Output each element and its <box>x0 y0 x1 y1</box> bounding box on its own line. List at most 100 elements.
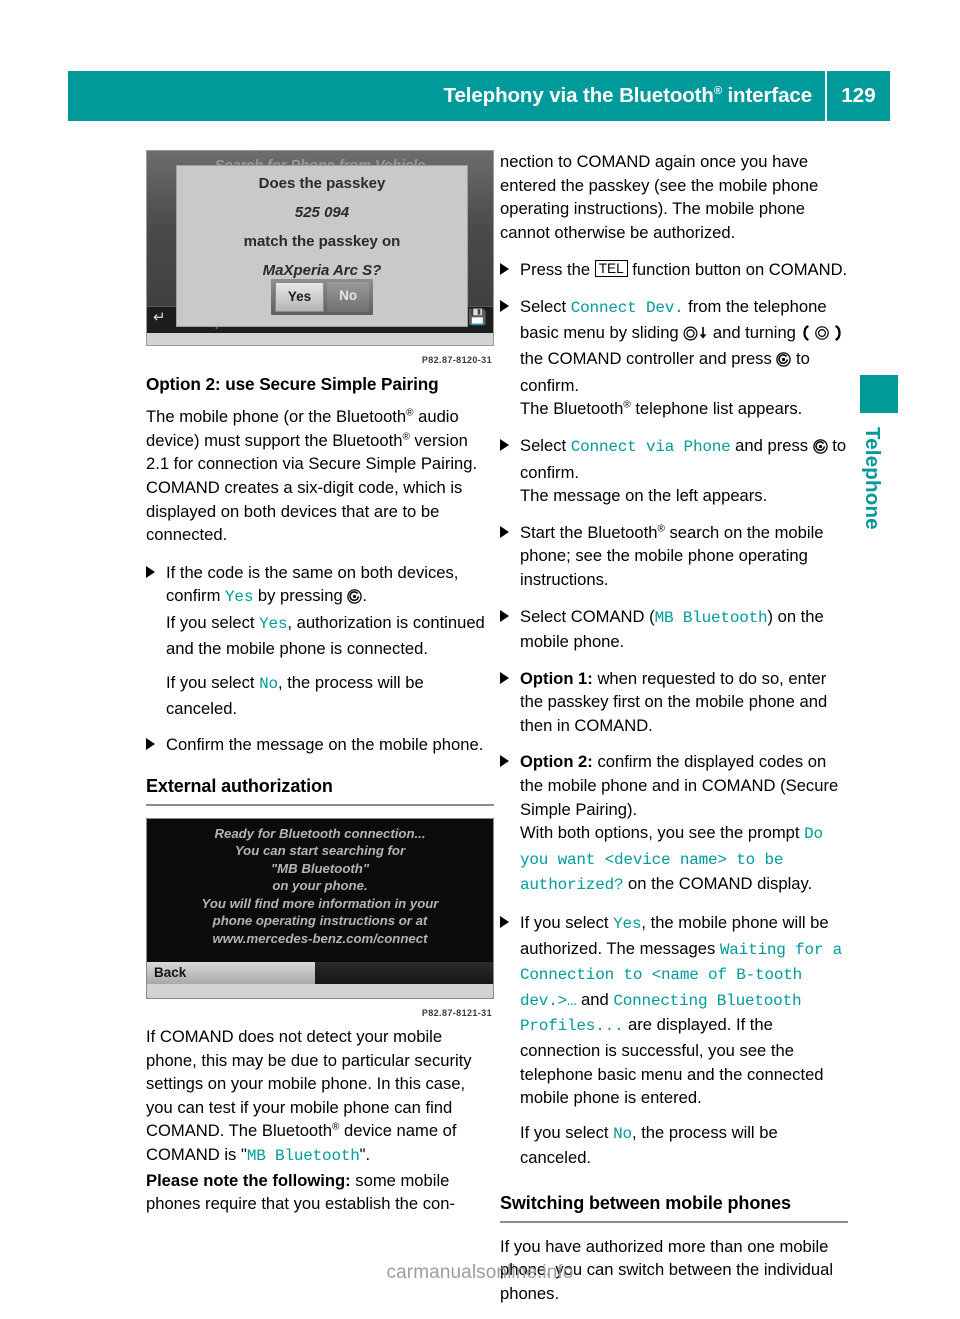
registered-trademark-icon: ® <box>623 399 631 411</box>
tel-function-button-key[interactable]: TEL <box>594 260 628 278</box>
bullet-tel-text1: Press the <box>520 260 595 280</box>
bullet1-subline1: If you select Yes, authorization is cont… <box>166 611 494 660</box>
bullet-yes-text1: If you select <box>520 913 614 933</box>
comand-screenshot-ready: Ready for Bluetooth connection... You ca… <box>146 817 494 999</box>
list-item: Start the Bluetooth® search on the mobil… <box>500 521 848 592</box>
bullet1-sub2-text1: If you select <box>166 673 260 693</box>
back-arrow-icon: ↵ <box>153 309 166 327</box>
passkey-yes-button[interactable]: Yes <box>274 282 325 312</box>
bullet-via-subline: The message on the left appears. <box>520 486 768 506</box>
bullet-arrow-icon <box>500 525 509 538</box>
arrow-down-icon <box>698 324 708 348</box>
para-option2-part1: The mobile phone (or the Bluetooth <box>146 407 407 427</box>
bullet-arrow-icon <box>500 755 509 768</box>
bullet1-sub1-text1: If you select <box>166 612 260 632</box>
press-controller-icon <box>776 350 792 374</box>
bullet1-text3: . <box>362 586 367 606</box>
registered-trademark-icon: ® <box>713 85 722 98</box>
bullet-connect-text3: and turning <box>708 322 801 342</box>
press-controller-icon <box>812 437 828 461</box>
figure1-caption: P82.87-8120-31 <box>421 355 492 365</box>
connect-dev-menu-label: Connect Dev. <box>570 298 684 317</box>
bullet-yes-subline: If you select No, the process will be ca… <box>520 1121 848 1170</box>
comand-ready-bottom-bar: Back <box>147 961 493 984</box>
page-title-text: Telephony via the Bluetooth <box>443 84 714 107</box>
registered-trademark-icon: ® <box>402 431 410 443</box>
bullet-connect-text1: Select <box>520 296 571 316</box>
option2-sub-text2: on the COMAND display. <box>623 874 813 894</box>
passkey-button-row: Yes No <box>177 279 467 315</box>
option2-subline: With both options, you see the prompt Do… <box>520 821 848 898</box>
page-header-bar: Telephony via the Bluetooth® interface 1… <box>68 71 890 121</box>
option1-label: Option 1: <box>520 668 593 688</box>
yes-option-label: Yes <box>613 915 642 934</box>
heading-option-2: Option 2: use Secure Simple Pairing <box>146 373 439 394</box>
option2-label: Option 2: <box>520 752 593 772</box>
list-item: Press the TEL function button on COMAND. <box>500 258 848 282</box>
bullet2-text: Confirm the message on the mobile phone. <box>166 735 484 755</box>
passkey-dialog: Does the passkey 525 094 match the passk… <box>176 165 468 327</box>
bullet-tel-text2: function button on COMAND. <box>627 260 848 280</box>
back-button[interactable]: Back <box>147 961 315 984</box>
bullet-search-text1: Start the Bluetooth <box>520 522 658 542</box>
bullet-arrow-icon <box>500 671 509 684</box>
paragraph-option-2: The mobile phone (or the Bluetooth® audi… <box>146 405 494 547</box>
para-detect-part3: ". <box>359 1145 371 1165</box>
save-icon: 💾 <box>468 309 487 327</box>
ready-line-7: www.mercedes-benz.com/connect <box>212 931 428 947</box>
list-item: If you select Yes, the mobile phone will… <box>500 911 848 1170</box>
bullet-select-text1: Select COMAND ( <box>520 606 655 626</box>
bullet-arrow-icon <box>146 565 155 578</box>
registered-trademark-icon: ® <box>657 523 665 535</box>
bullet-connect-sub-text2: telephone list appears. <box>630 399 803 419</box>
bullet-arrow-icon <box>146 738 155 751</box>
list-item: If the code is the same on both devices,… <box>146 561 494 721</box>
heading-switching: Switching between mobile phones <box>500 1192 848 1223</box>
figure2-caption: P82.87-8121-31 <box>421 1007 492 1018</box>
ready-line-4: on your phone. <box>272 878 368 894</box>
bullet-connect-subline: The Bluetooth® telephone list appears. <box>520 397 848 421</box>
figure-passkey-dialog: Search for Phone from Vehicle MaXperia A… <box>146 150 494 373</box>
list-item: Select Connect Dev. from the telephone b… <box>500 295 848 421</box>
bullet1-text2: by pressing <box>253 586 348 606</box>
bullet-arrow-icon <box>500 299 509 312</box>
passkey-no-button[interactable]: No <box>327 282 370 312</box>
paragraph-connection-note: nection to COMAND again once you have en… <box>500 152 819 242</box>
bullet-arrow-icon <box>500 438 509 451</box>
page-title: Telephony via the Bluetooth® interface <box>444 84 825 108</box>
comand-footer-strip <box>147 983 493 998</box>
figure-ready-for-bluetooth: Ready for Bluetooth connection... You ca… <box>146 817 494 1026</box>
bullet1-yes-label: Yes <box>225 588 254 607</box>
passkey-dialog-line1: Does the passkey <box>258 175 386 192</box>
list-item: Confirm the message on the mobile phone. <box>146 733 494 757</box>
comand-screenshot-passkey: Search for Phone from Vehicle MaXperia A… <box>146 150 494 346</box>
list-item: Select COMAND (MB Bluetooth) on the mobi… <box>500 605 848 654</box>
ready-line-5: You will find more information in your <box>201 895 439 911</box>
bullet-via-text1: Select <box>520 435 571 455</box>
bullet-yes-text3: and <box>576 989 614 1009</box>
list-item: Option 2: confirm the displayed codes on… <box>500 750 848 898</box>
bullet1-sub2-no: No <box>259 675 278 694</box>
paragraph-detect: If COMAND does not detect your mobile ph… <box>146 1025 494 1169</box>
bullet-connect-text4: the COMAND controller and press <box>520 349 777 369</box>
list-item: Option 1: when requested to do so, enter… <box>500 667 848 738</box>
ready-line-3: "MB Bluetooth" <box>270 860 370 876</box>
bullet-connect-sub-text1: The Bluetooth <box>520 399 624 419</box>
bullet-via-text2: and press <box>730 435 813 455</box>
bullet-yes-sub-text1: If you select <box>520 1122 614 1142</box>
heading-external-authorization: External authorization <box>146 775 494 806</box>
paragraph-note: Please note the following: some mobile p… <box>146 1169 494 1216</box>
option2-sub-text1: With both options, you see the prompt <box>520 823 805 843</box>
chapter-side-tab: Telephone <box>860 375 902 530</box>
page-title-suffix: interface <box>721 84 812 107</box>
bullet1-sub1-yes: Yes <box>259 614 288 633</box>
bullet-arrow-icon <box>500 263 509 276</box>
passkey-dialog-line2: match the passkey on <box>243 233 401 251</box>
ready-line-6: phone operating instructions or at <box>212 913 428 929</box>
connect-via-phone-menu-label: Connect via Phone <box>570 437 731 456</box>
slide-controller-icon <box>683 324 698 348</box>
passkey-code: 525 094 <box>294 203 350 221</box>
para-detect-device-name: MB Bluetooth <box>246 1147 360 1166</box>
list-item: Select Connect via Phone and press to co… <box>500 434 848 508</box>
chapter-tab-marker <box>860 375 898 413</box>
